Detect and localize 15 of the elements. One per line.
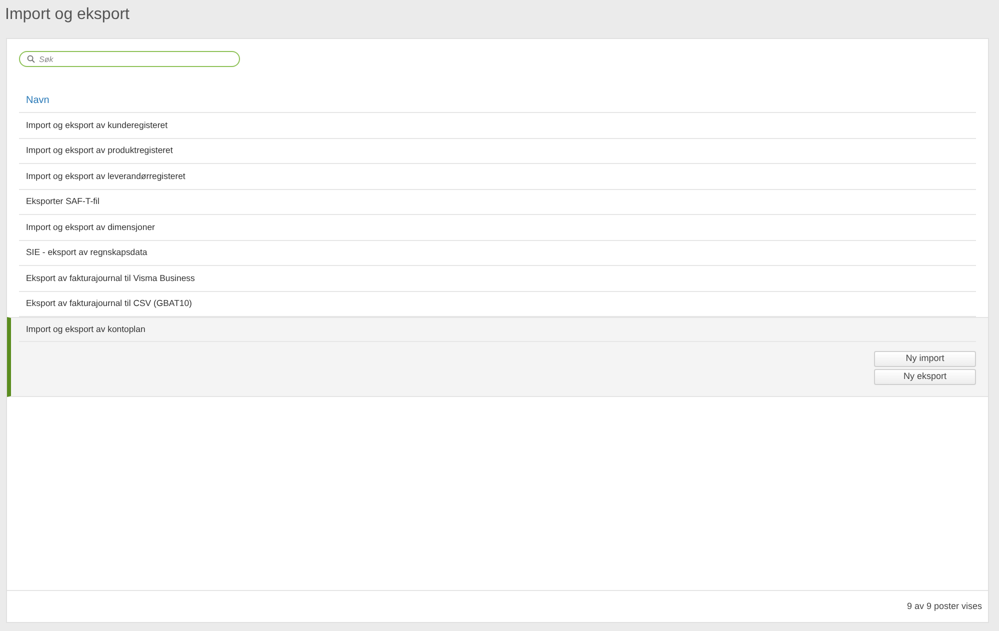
table-row[interactable]: Import og eksport av leverandørregisteret: [19, 164, 976, 190]
search-icon: [27, 55, 35, 63]
column-header[interactable]: Navn: [26, 92, 50, 108]
table-row[interactable]: Import og eksport av kontoplan: [19, 318, 976, 342]
action-button[interactable]: Ny eksport: [874, 369, 976, 385]
table-row[interactable]: Eksport av fakturajournal til Visma Business: [19, 266, 976, 292]
table-row[interactable]: Import og eksport av produktregisteret: [19, 138, 976, 164]
table-row[interactable]: SIE - eksport av regnskapsdata: [19, 240, 976, 266]
record-count: 9 av 9 poster vises: [906, 600, 982, 613]
search-field[interactable]: Søk: [19, 51, 240, 67]
page-title: Import og eksport: [5, 5, 130, 25]
table-row[interactable]: Import og eksport av dimensjoner: [19, 215, 976, 240]
table-row[interactable]: Eksporter SAF-T-fil: [19, 190, 976, 215]
table-row[interactable]: Import og eksport av kunderegisteret: [19, 113, 976, 138]
action-button[interactable]: Ny import: [874, 351, 976, 367]
